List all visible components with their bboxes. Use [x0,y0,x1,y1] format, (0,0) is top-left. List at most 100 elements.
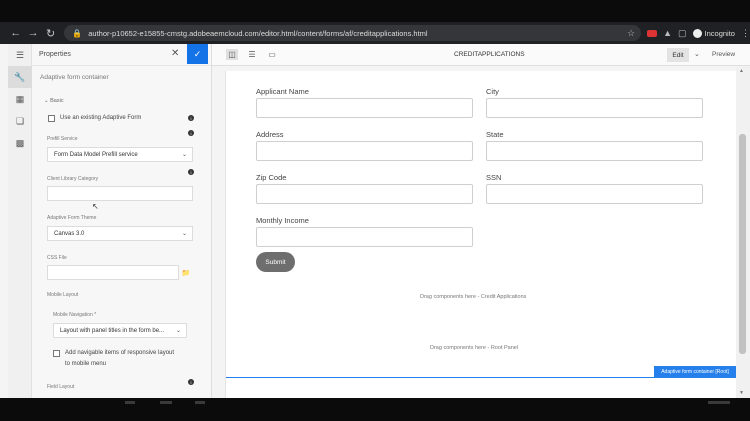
bookmark-star-icon[interactable]: ☆ [627,28,635,39]
zip-code-input[interactable] [256,184,473,204]
incognito-icon [692,28,702,38]
client-library-label: Client Library Category [47,176,99,182]
panel-title: Properties [39,51,71,58]
zip-code-label: Zip Code [256,173,287,182]
layers-icon[interactable]: ☰ [8,44,32,66]
city-input[interactable] [486,98,703,118]
scroll-down-icon[interactable]: ▼ [739,390,744,396]
toggle-side-panel-icon[interactable]: ◫ [226,49,238,60]
taskbar-mark [708,401,730,404]
taskbar-mark [160,401,172,404]
info-icon[interactable]: i [188,379,194,385]
theme-select[interactable]: Canvas 3.0 ⌄ [47,226,193,241]
applicant-name-label: Applicant Name [256,87,309,96]
close-icon[interactable]: ✕ [171,48,179,59]
address-label: Address [256,130,284,139]
state-label: State [486,130,504,139]
panel-subtitle: Adaptive form container [40,74,109,81]
taskbar-mark [125,401,135,404]
bottom-letterbox [0,398,750,421]
css-file-input[interactable] [47,265,179,280]
selection-outline [226,377,737,378]
folder-icon[interactable]: 📁 [179,265,193,280]
reload-icon[interactable]: ↻ [43,25,58,41]
menu-icon[interactable]: ⋮ [741,28,750,39]
monthly-income-input[interactable] [256,227,473,247]
screen: ← → ↻ 🔒 author-p10652-e15855-cmstg.adobe… [0,0,750,421]
side-rail: ☰ 🔧 ▦ ❏ ▩ [8,44,32,398]
field-layout-label: Field Layout [47,384,75,390]
content-tree-icon[interactable]: ▩ [8,132,32,154]
info-icon[interactable]: i [188,115,194,121]
canvas-scrollbar[interactable]: ▲ ▼ [736,66,750,398]
client-library-input[interactable] [47,186,193,201]
assets-icon[interactable]: ❏ [8,110,32,132]
components-icon[interactable]: ▦ [8,88,32,110]
chevron-down-icon[interactable]: ⌄ [694,50,700,58]
wrench-icon[interactable]: 🔧 [8,66,32,88]
prefill-service-value: Form Data Model Prefill service [54,151,138,158]
chevron-down-icon: ⌄ [181,152,187,158]
chevron-down-icon: ⌄ [175,328,181,334]
chevron-down-icon: ⌄ [44,98,49,104]
mobile-navigation-select[interactable]: Layout with panel titles in the form be.… [53,323,187,338]
emulator-icon[interactable]: ▭ [266,49,278,60]
editor-toolbar: ◫ ☰ ▭ CREDITAPPLICATIONS Edit ⌄ Preview [212,44,750,66]
navigable-items-checkbox[interactable] [53,350,60,357]
ssn-input[interactable] [486,184,703,204]
drag-placeholder-credit[interactable]: Drag components here - Credit Applicatio… [420,294,526,300]
url-text: author-p10652-e15855-cmstg.adobeaemcloud… [88,28,428,38]
browser-toolbar: ← → ↻ 🔒 author-p10652-e15855-cmstg.adobe… [0,22,750,44]
edit-mode-button[interactable]: Edit [667,48,689,62]
form-canvas: Applicant Name City Address State Zip Co… [225,71,737,398]
use-existing-checkbox[interactable] [48,115,55,122]
lock-icon: 🔒 [72,28,83,38]
properties-header: Properties ✕ ✓ [32,44,211,66]
selection-badge[interactable]: Adaptive form container [Root] [654,366,736,377]
mobile-navigation-label: Mobile Navigation * [53,312,97,318]
navigable-items-label: Add navigable items of responsive layout [65,350,175,356]
use-existing-label: Use an existing Adaptive Form [60,115,142,121]
drag-placeholder-root[interactable]: Drag components here - Root Panel [430,345,518,351]
preview-button[interactable]: Preview [712,51,735,58]
ssn-label: SSN [486,173,502,182]
state-input[interactable] [486,141,703,161]
properties-panel: Properties ✕ ✓ Adaptive form container ⌄… [32,44,212,398]
monthly-income-label: Monthly Income [256,216,309,225]
incognito-label: Incognito [704,28,735,38]
incognito-indicator[interactable]: Incognito [692,28,735,38]
back-icon[interactable]: ← [8,25,23,41]
city-label: City [486,87,499,96]
confirm-button[interactable]: ✓ [187,44,208,64]
mouse-cursor-icon: ↖ [92,202,99,211]
address-bar[interactable]: 🔒 author-p10652-e15855-cmstg.adobeaemclo… [64,25,642,41]
css-file-label: CSS File [47,255,67,261]
prefill-service-label: Prefill Service [47,136,78,142]
aem-editor: ☰ 🔧 ▦ ❏ ▩ Properties ✕ ✓ Adaptive form c… [0,44,750,398]
info-icon[interactable]: i [188,130,194,136]
theme-value: Canvas 3.0 [54,230,85,237]
page-title: CREDITAPPLICATIONS [454,51,525,58]
forward-icon[interactable]: → [25,25,40,41]
taskbar-mark [195,401,205,404]
top-letterbox [0,0,750,22]
submit-button[interactable]: Submit [256,252,295,272]
info-icon[interactable]: i [188,169,194,175]
theme-label: Adaptive Form Theme [47,215,97,221]
puzzle-icon[interactable]: ▲ [663,28,672,38]
extensions-area: ▲ ▢ Incognito ⋮ [647,28,750,39]
applicant-name-input[interactable] [256,98,473,118]
sidebar-icon[interactable]: ▢ [678,28,687,39]
scrollbar-thumb[interactable] [739,134,746,354]
extension-icon[interactable] [647,29,658,37]
prefill-service-select[interactable]: Form Data Model Prefill service ⌄ [47,147,193,162]
mobile-layout-label: Mobile Layout [47,292,79,298]
page-properties-icon[interactable]: ☰ [246,49,258,60]
address-input[interactable] [256,141,473,161]
scroll-up-icon[interactable]: ▲ [739,68,744,74]
section-label: Basic [50,98,64,104]
section-basic[interactable]: ⌄ Basic [44,98,64,104]
navigable-items-label-cont: to mobile menu [65,361,107,367]
chevron-down-icon: ⌄ [181,231,187,237]
mobile-navigation-value: Layout with panel titles in the form be.… [60,327,165,334]
